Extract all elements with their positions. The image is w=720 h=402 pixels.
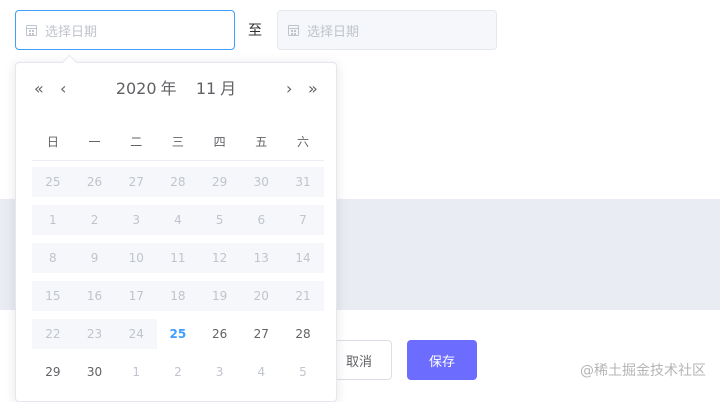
day-cell[interactable]: 4 [240, 357, 282, 387]
day-cell: 13 [240, 243, 283, 273]
day-cell[interactable]: 5 [282, 357, 324, 387]
header-year[interactable]: 2020 [116, 79, 157, 98]
day-cell[interactable]: 1 [115, 357, 157, 387]
watermark: @稀土掘金技术社区 [580, 363, 706, 379]
calendar-icon [288, 24, 299, 36]
header-year-suffix: 年 [160, 79, 177, 98]
week-row: 22 23 24 25 26 27 28 [32, 319, 324, 349]
weekday-label: 一 [88, 135, 101, 149]
save-button[interactable]: 保存 [407, 340, 477, 380]
weekday-label: 六 [296, 135, 309, 149]
weekday-header-row: 日 一 二 三 四 五 六 [32, 133, 324, 153]
weekday-label: 日 [46, 135, 59, 149]
day-cell: 23 [73, 319, 116, 349]
weekday-label: 五 [255, 135, 268, 149]
week-row: 25 26 27 28 29 30 31 [32, 167, 324, 197]
day-cell: 17 [115, 281, 158, 311]
day-grid: 25 26 27 28 29 30 31 1 2 3 4 5 6 7 8 9 10 11 12 13 14 15 16 17 1… [32, 167, 324, 395]
calendar-icon [26, 24, 37, 36]
day-cell[interactable]: 28 [282, 319, 324, 349]
start-date-input[interactable]: 选择日期 [15, 10, 235, 50]
day-cell[interactable]: 27 [240, 319, 282, 349]
day-cell[interactable]: 30 [74, 357, 116, 387]
day-cell: 18 [157, 281, 199, 311]
day-cell: 15 [32, 281, 74, 311]
weekday-divider [32, 160, 324, 161]
day-cell-today[interactable]: 25 [157, 319, 199, 349]
day-cell: 6 [240, 205, 283, 235]
week-row: 1234567 [32, 205, 324, 235]
day-cell: 28 [157, 167, 199, 197]
day-cell[interactable]: 2 [157, 357, 199, 387]
day-cell: 14 [282, 243, 324, 273]
day-cell: 24 [115, 319, 158, 349]
day-cell: 22 [32, 319, 74, 349]
day-cell: 11 [157, 243, 199, 273]
week-row: 29 30 1 2 3 4 5 [32, 357, 324, 387]
popup-arrow [61, 54, 78, 71]
day-cell: 3 [115, 205, 158, 235]
day-cell: 16 [73, 281, 116, 311]
day-cell: 5 [198, 205, 241, 235]
weekday-label: 二 [130, 135, 143, 149]
double-chevron-right-icon[interactable]: » [308, 79, 318, 99]
day-cell: 31 [282, 167, 324, 197]
weekday-label: 四 [213, 135, 226, 149]
end-date-input[interactable]: 选择日期 [277, 10, 497, 50]
day-cell: 27 [115, 167, 158, 197]
day-cell: 21 [282, 281, 324, 311]
header-month[interactable]: 11 [196, 79, 216, 98]
day-cell: 8 [32, 243, 74, 273]
day-cell: 12 [198, 243, 241, 273]
day-cell: 30 [240, 167, 283, 197]
day-cell: 2 [73, 205, 116, 235]
day-cell: 19 [198, 281, 241, 311]
day-cell[interactable]: 26 [199, 319, 241, 349]
end-date-placeholder: 选择日期 [307, 24, 360, 40]
day-cell: 7 [282, 205, 324, 235]
day-cell[interactable]: 29 [32, 357, 74, 387]
header-month-suffix: 月 [220, 79, 237, 98]
day-cell: 26 [73, 167, 116, 197]
date-picker-popup: « ‹ 2020 年 11 月 › » 日 一 二 三 四 五 六 25 26 27 28… [15, 54, 337, 402]
week-row: 15 16 17 18 19 20 21 [32, 281, 324, 311]
range-separator: 至 [248, 23, 262, 39]
day-cell: 29 [198, 167, 241, 197]
day-cell[interactable]: 3 [199, 357, 241, 387]
day-cell: 20 [240, 281, 283, 311]
day-cell: 1 [32, 205, 74, 235]
chevron-right-icon[interactable]: › [286, 79, 292, 99]
start-date-placeholder: 选择日期 [45, 24, 98, 40]
day-cell: 25 [32, 167, 74, 197]
weekday-label: 三 [171, 135, 184, 149]
day-cell: 9 [73, 243, 116, 273]
week-row: 8 9 10 11 12 13 14 [32, 243, 324, 273]
day-cell: 10 [115, 243, 158, 273]
day-cell: 4 [157, 205, 199, 235]
